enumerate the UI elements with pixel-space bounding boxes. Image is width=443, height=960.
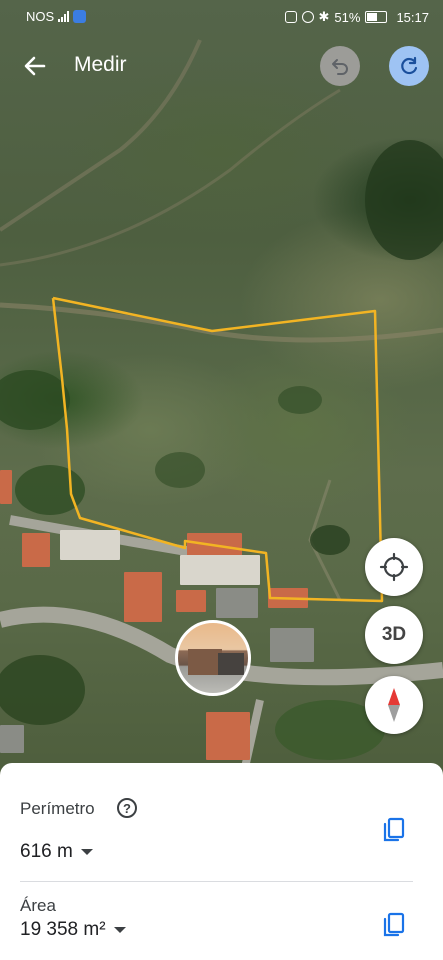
battery-icon	[365, 11, 388, 23]
battery-percent: 51%	[334, 9, 361, 25]
page-title: Medir	[74, 53, 127, 76]
perimeter-label: Perímetro	[20, 799, 95, 818]
street-view-building	[218, 653, 244, 675]
carrier-label: NOS	[26, 9, 55, 24]
clock: 15:17	[396, 9, 429, 25]
bluetooth-icon: ✱	[318, 9, 330, 24]
perimeter-value: 616 m	[20, 841, 73, 862]
toggle-3d-button[interactable]: 3D	[365, 606, 423, 664]
back-button[interactable]	[20, 51, 50, 81]
copy-area-button[interactable]	[382, 912, 406, 938]
area-value: 19 358 m²	[20, 919, 106, 940]
status-bar: NOS ✱ 51% 15:17	[0, 0, 443, 32]
chevron-down-icon	[113, 927, 126, 933]
help-icon[interactable]: ?	[117, 798, 137, 818]
compass-button[interactable]	[365, 676, 423, 734]
perimeter-dropdown[interactable]: 616 m	[20, 841, 93, 863]
undo-icon	[332, 59, 348, 75]
copy-perimeter-button[interactable]	[382, 817, 406, 843]
redo-button[interactable]	[389, 46, 429, 86]
copy-icon	[383, 817, 405, 842]
nfc-icon	[284, 11, 297, 23]
compass-icon	[388, 688, 400, 722]
crosshair-icon	[379, 552, 409, 582]
arrow-left-icon	[24, 56, 46, 76]
my-location-button[interactable]	[365, 538, 423, 596]
area-dropdown[interactable]: 19 358 m²	[20, 919, 126, 941]
undo-button[interactable]	[320, 46, 360, 86]
copy-icon	[383, 912, 405, 937]
street-view-thumbnail[interactable]	[175, 620, 251, 696]
alarm-icon	[301, 11, 314, 23]
refresh-icon	[401, 56, 418, 75]
vpn-icon	[73, 10, 87, 23]
chevron-down-icon	[80, 849, 93, 855]
street-view-building	[188, 649, 222, 675]
divider	[20, 881, 413, 882]
signal-icon	[58, 11, 70, 22]
area-label: Área	[20, 896, 56, 915]
